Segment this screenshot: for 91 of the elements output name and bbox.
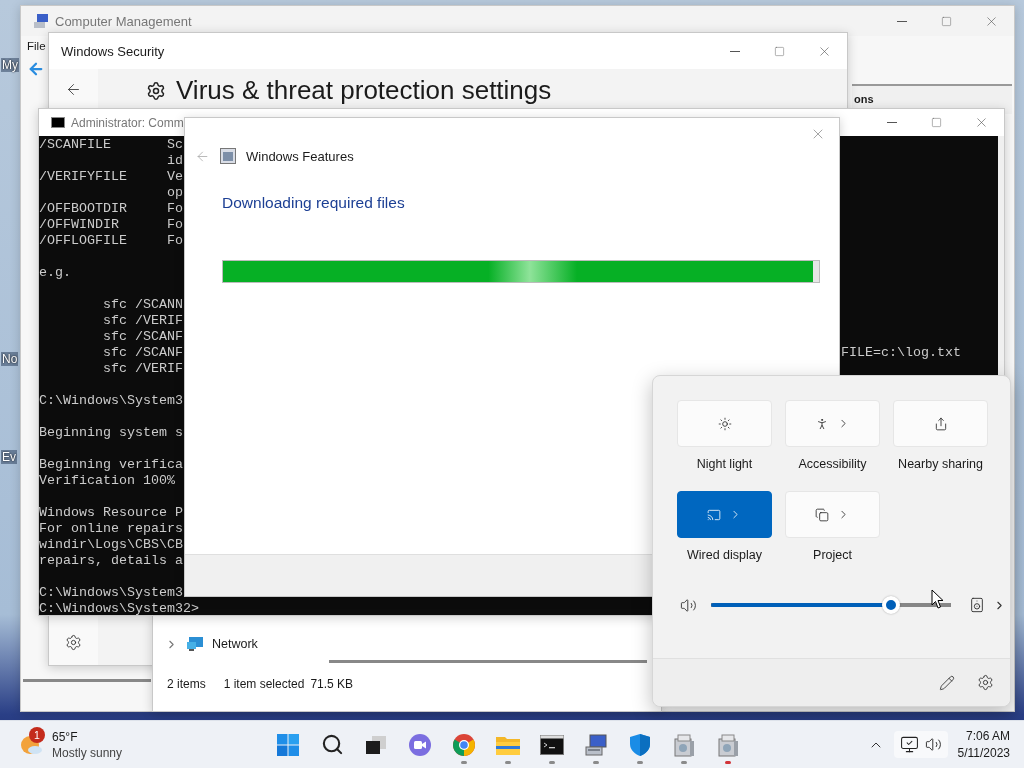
terminal-line: C:\Windows\System3: [39, 585, 183, 601]
desktop-icon-label[interactable]: No: [1, 352, 19, 366]
cast-icon: [707, 507, 721, 522]
computer-icon: [584, 732, 608, 757]
temperature-text[interactable]: 65°F: [52, 728, 123, 745]
scrollbar[interactable]: [23, 679, 151, 682]
slider-thumb[interactable]: [882, 596, 900, 614]
menu-item[interactable]: File: [21, 36, 46, 56]
network-monitor-icon: [899, 735, 919, 754]
tile-label: Accessibility: [798, 457, 867, 471]
dialog-title: Windows Features: [246, 148, 354, 164]
terminal-line: /OFFBOOTDIR Fo: [39, 201, 183, 217]
tile-label: Project: [813, 548, 852, 562]
terminal-line: op: [165, 185, 183, 201]
window-icon: [220, 148, 236, 164]
terminal-line: /SCANFILE Sc: [39, 137, 183, 153]
terminal-line: /OFFLOGFILE Fo: [39, 233, 183, 249]
maximize-icon: [931, 117, 942, 128]
maximize-icon: [774, 45, 785, 57]
terminal-line: Verification 100%: [39, 473, 175, 489]
minimize-icon: [729, 50, 740, 52]
package-icon: [717, 732, 739, 757]
terminal-line: repairs, details a: [39, 553, 183, 569]
network-icon: [186, 636, 204, 652]
terminal-line: sfc /SCANF: [102, 345, 183, 361]
speaker-icon[interactable]: [680, 596, 697, 614]
terminal-line: For online repairs: [39, 521, 183, 537]
status-text: 71.5 KB: [310, 677, 354, 691]
speaker-device-icon[interactable]: [969, 597, 985, 613]
tile-label: Night light: [696, 457, 753, 471]
toggle-tile[interactable]: [677, 491, 772, 538]
mouse-pointer-icon: [931, 589, 945, 610]
windows-logo-icon: [276, 732, 300, 757]
window-title: Windows Security: [61, 43, 165, 59]
pencil-icon: [939, 674, 955, 691]
close-icon: [974, 115, 989, 130]
weather-condition[interactable]: Mostly sunny: [52, 744, 123, 761]
tile-label: Nearby sharing: [898, 457, 983, 471]
settings-button[interactable]: [977, 674, 994, 691]
tile-label: Wired display: [687, 548, 762, 562]
panel-header: ons: [854, 93, 874, 105]
terminal-line: e.g.: [39, 265, 71, 281]
terminal-line: /VERIFYFILE Ve: [39, 169, 183, 185]
scrollbar[interactable]: [329, 660, 647, 663]
network-volume-button[interactable]: [893, 731, 948, 758]
clock-time[interactable]: 7:06 AM: [965, 727, 1010, 745]
page-heading: Virus & threat protection settings: [176, 75, 552, 105]
terminal-icon: [51, 117, 65, 128]
speaker-icon: [924, 736, 942, 753]
tree-item[interactable]: Network: [212, 637, 258, 651]
shield-icon: [629, 732, 651, 757]
terminal-line: id: [165, 153, 183, 169]
edit-button[interactable]: [939, 674, 955, 691]
desktop-icon-label[interactable]: Ev: [1, 450, 17, 464]
maximize-icon: [941, 15, 952, 27]
window-title: Administrator: Comm: [71, 115, 184, 130]
browser-icon: [452, 732, 476, 757]
search-icon: [320, 733, 344, 756]
package-icon: [673, 732, 695, 757]
share-icon: [933, 416, 948, 431]
minimize-icon: [886, 122, 897, 123]
screens-icon: [815, 507, 829, 522]
desktop-icon-label[interactable]: My: [1, 58, 19, 72]
terminal-line: sfc /SCANF: [102, 329, 183, 345]
status-text: 2 items: [167, 677, 206, 691]
terminal-line: sfc /SCANN: [102, 297, 183, 313]
settings-icon[interactable]: [65, 634, 82, 651]
status-text: 1 item selected: [223, 677, 305, 691]
clock-date[interactable]: 5/11/2023: [957, 744, 1010, 762]
terminal-line: windir\Logs\CBS\CB: [39, 537, 183, 553]
window-title: Computer Management: [55, 13, 192, 29]
sun-icon: [717, 416, 732, 431]
terminal-line: sfc /VERIF: [102, 361, 183, 377]
status-message: Downloading required files: [222, 194, 405, 212]
terminal-line: /OFFWINDIR Fo: [39, 217, 183, 233]
terminal-line: C:\Windows\System32>: [39, 601, 199, 615]
windows-stack-icon: [365, 734, 387, 755]
minimize-icon: [896, 20, 907, 22]
settings-icon: [977, 674, 994, 691]
terminal-line: Beginning verifica: [39, 457, 183, 473]
person-icon: [815, 416, 829, 431]
terminal-icon: [540, 734, 564, 755]
terminal-line: Windows Resource P: [39, 505, 183, 521]
terminal-line: FILE=c:\log.txt: [841, 345, 961, 361]
settings-icon: [146, 81, 166, 101]
notification-badge: 1: [29, 726, 45, 743]
computer-icon: [33, 13, 49, 29]
terminal-line: Beginning system s: [39, 425, 183, 441]
terminal-line: sfc /VERIF: [102, 313, 183, 329]
video-chat-icon: [408, 732, 432, 757]
terminal-line: C:\Windows\System3: [39, 393, 183, 409]
